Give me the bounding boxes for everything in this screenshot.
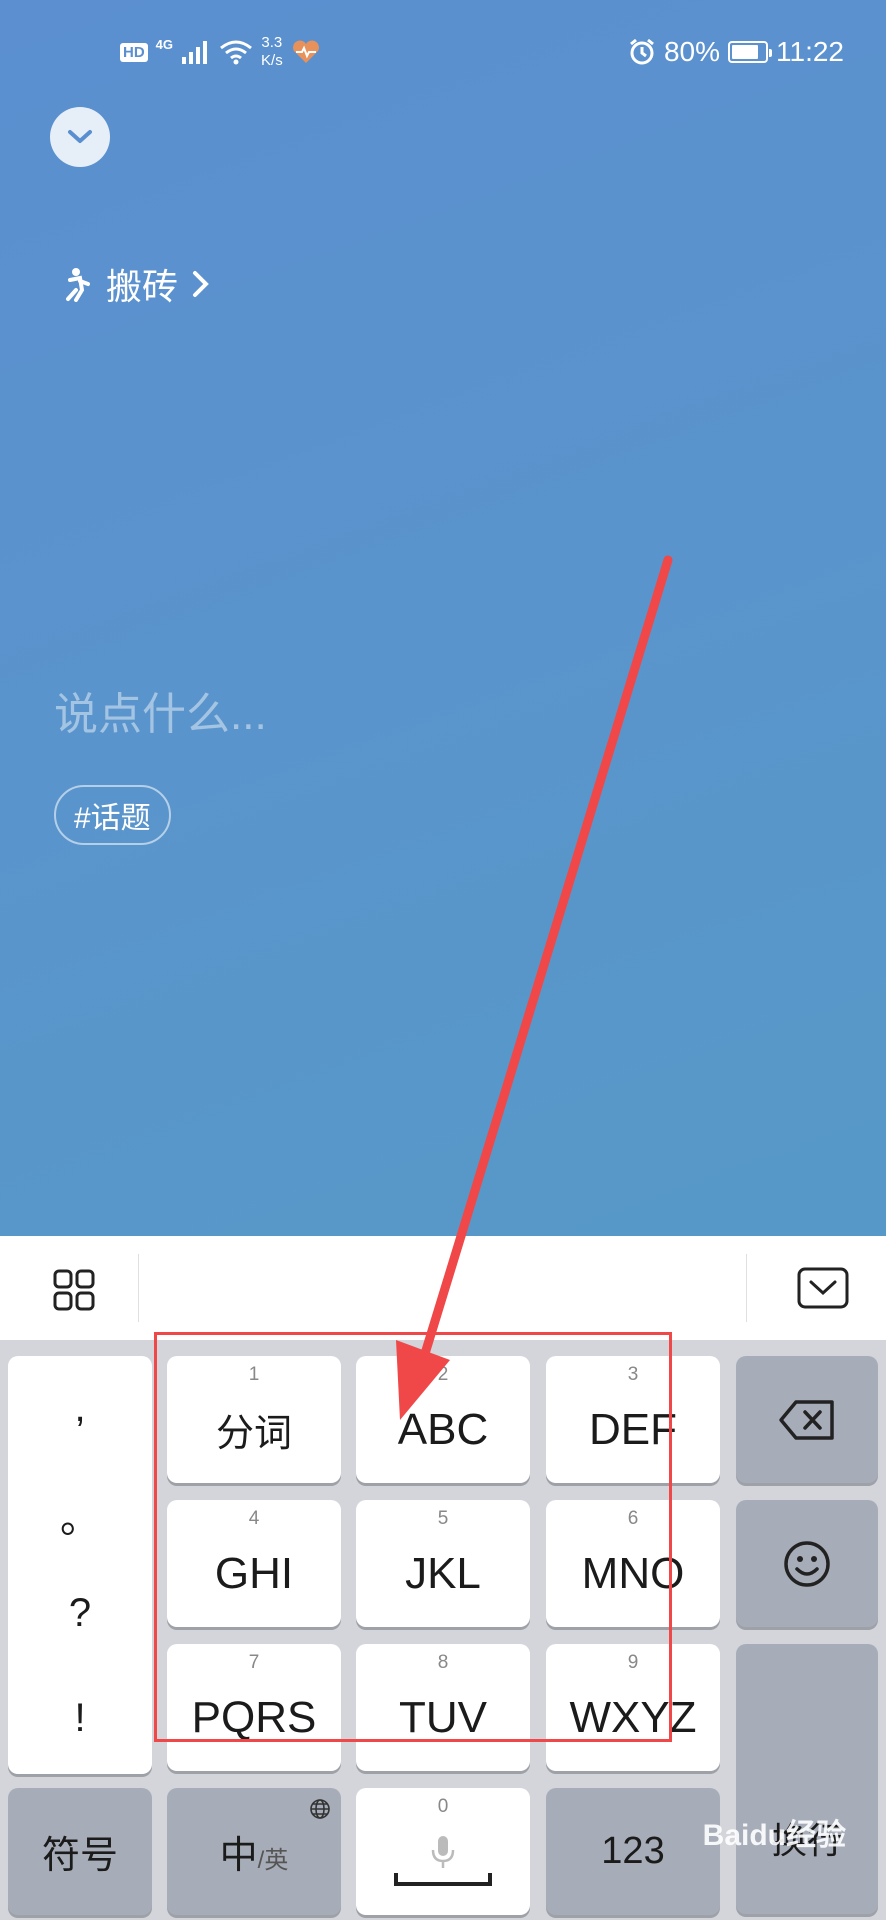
category-label: 搬砖 — [106, 266, 179, 307]
backspace-icon — [779, 1399, 834, 1440]
signal-icon — [182, 41, 208, 64]
battery-percent: 80% — [663, 36, 720, 67]
collapse-button[interactable] — [50, 107, 110, 167]
punct-exclaim[interactable]: ! — [8, 1696, 152, 1741]
punct-comma[interactable]: , — [8, 1386, 152, 1431]
toolbar-divider — [138, 1254, 139, 1322]
toolbar-divider — [746, 1254, 747, 1322]
category-selector[interactable]: 搬砖 — [60, 258, 210, 310]
key-5[interactable]: 5 JKL — [356, 1500, 530, 1627]
network-speed: 3.3 K/s — [261, 34, 283, 69]
worker-icon — [66, 268, 90, 302]
post-text-input[interactable]: 说点什么... — [54, 678, 267, 742]
hd-indicator: HD — [120, 42, 148, 62]
post-composer: HD 4G 3.3 K/s 80% 11:22 搬砖 说点什么... #话题 — [0, 0, 886, 1236]
numbers-key[interactable]: 123 — [546, 1788, 720, 1915]
health-heart-icon — [292, 40, 319, 63]
keyboard-hide-icon — [797, 1267, 849, 1309]
alarm-icon — [630, 38, 654, 65]
space-bar-icon — [394, 1872, 492, 1886]
keyboard-toolbar — [0, 1236, 886, 1340]
hide-keyboard-button[interactable] — [770, 1258, 876, 1318]
key-1[interactable]: 1 分词 — [167, 1356, 341, 1483]
punct-period[interactable]: 。 — [8, 1486, 152, 1544]
key-3[interactable]: 3 DEF — [546, 1356, 720, 1483]
chevron-right-icon — [193, 271, 209, 297]
key-4[interactable]: 4 GHI — [167, 1500, 341, 1627]
punctuation-column[interactable]: , 。 ? ! — [8, 1356, 152, 1774]
status-bar: HD 4G 3.3 K/s 80% 11:22 — [0, 30, 886, 80]
keyboard-menu-button[interactable] — [38, 1262, 110, 1318]
key-2[interactable]: 2 ABC — [356, 1356, 530, 1483]
wifi-icon — [220, 40, 252, 65]
network-type: 4G — [155, 36, 174, 52]
punct-question[interactable]: ? — [8, 1591, 152, 1636]
battery-icon — [728, 41, 772, 63]
clock: 11:22 — [776, 36, 844, 67]
key-9[interactable]: 9 WXYZ — [546, 1644, 720, 1771]
key-8[interactable]: 8 TUV — [356, 1644, 530, 1771]
enter-key[interactable]: 换行 — [736, 1644, 878, 1914]
key-6[interactable]: 6 MNO — [546, 1500, 720, 1627]
emoji-key[interactable] — [736, 1500, 878, 1627]
microphone-icon — [431, 1835, 455, 1868]
language-toggle-key[interactable]: 中 /英 — [167, 1788, 341, 1915]
chevron-down-icon — [68, 130, 92, 143]
topic-button[interactable]: #话题 — [54, 785, 171, 845]
space-key[interactable]: 0 — [356, 1788, 530, 1915]
globe-icon — [310, 1799, 330, 1819]
symbols-key[interactable]: 符号 — [8, 1788, 152, 1915]
backspace-key[interactable] — [736, 1356, 878, 1483]
watermark: Baidu经验 — [702, 1819, 846, 1852]
grid-icon — [53, 1269, 95, 1311]
smiley-icon — [784, 1540, 830, 1587]
key-7[interactable]: 7 PQRS — [167, 1644, 341, 1771]
